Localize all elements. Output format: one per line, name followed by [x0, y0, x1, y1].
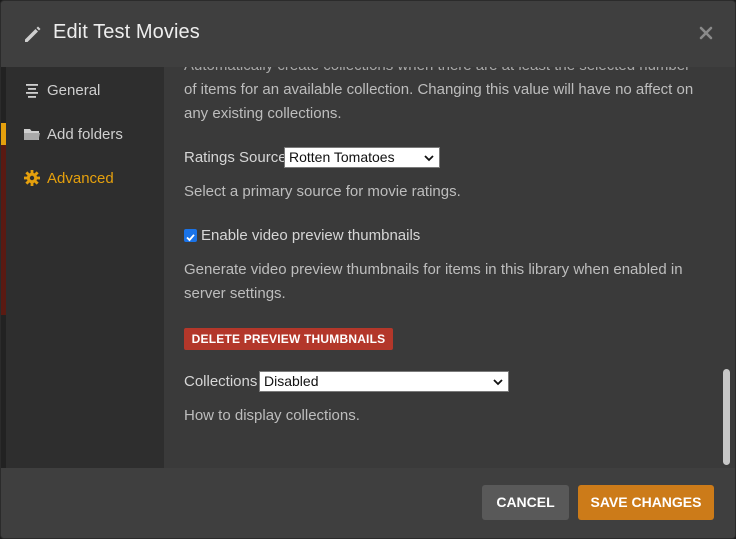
- collections-threshold-desc-top: Automatically create collections when th…: [184, 67, 694, 78]
- sidebar-item-advanced[interactable]: Advanced: [23, 166, 114, 190]
- modal-header: Edit Test Movies: [1, 1, 735, 67]
- folder-icon: [24, 129, 40, 140]
- save-changes-button[interactable]: SAVE CHANGES: [578, 485, 714, 520]
- collections-value: Disabled: [264, 373, 319, 389]
- sidebar-item-add-folders[interactable]: Add folders: [23, 122, 123, 146]
- sidebar-item-general[interactable]: General: [23, 78, 100, 102]
- collections-label: Collections: [184, 373, 258, 390]
- video-preview-checkbox[interactable]: [184, 229, 197, 242]
- background-strip: [1, 67, 6, 468]
- modal-title: Edit Test Movies: [53, 21, 200, 43]
- sidebar-item-label: General: [47, 81, 101, 99]
- advanced-settings-panel: Automatically create collections when th…: [164, 67, 719, 468]
- edit-library-modal: Edit Test Movies General Add folders Adv…: [0, 0, 736, 539]
- ratings-source-label: Ratings Source: [184, 149, 287, 166]
- pencil-icon: [25, 26, 41, 42]
- video-preview-desc: Generate video preview thumbnails for it…: [184, 261, 683, 302]
- video-preview-label: Enable video preview thumbnails: [201, 227, 421, 244]
- ratings-source-select[interactable]: Rotten Tomatoes: [284, 147, 440, 168]
- close-icon[interactable]: [695, 22, 717, 44]
- collections-desc: How to display collections.: [184, 407, 360, 424]
- delete-preview-thumbnails-button[interactable]: DELETE PREVIEW THUMBNAILS: [184, 328, 393, 350]
- cancel-button[interactable]: CANCEL: [482, 485, 569, 520]
- collections-select[interactable]: Disabled: [259, 371, 509, 392]
- background-poster: [1, 145, 6, 315]
- background-accent: [1, 123, 6, 145]
- chevron-down-icon: [424, 155, 434, 162]
- modal-footer: CANCEL SAVE CHANGES: [1, 468, 735, 538]
- content-scrollbar-thumb[interactable]: [723, 369, 730, 465]
- checkmark-icon: [186, 234, 195, 242]
- ratings-source-desc: Select a primary source for movie rating…: [184, 183, 461, 200]
- gear-icon: [24, 170, 40, 186]
- ratings-source-value: Rotten Tomatoes: [289, 149, 395, 165]
- chevron-down-icon: [493, 379, 503, 386]
- list-icon: [26, 84, 38, 98]
- collections-threshold-desc: of items for an available collection. Ch…: [184, 81, 694, 122]
- sidebar-item-label: Advanced: [47, 169, 114, 187]
- sidebar-item-label: Add folders: [47, 125, 123, 143]
